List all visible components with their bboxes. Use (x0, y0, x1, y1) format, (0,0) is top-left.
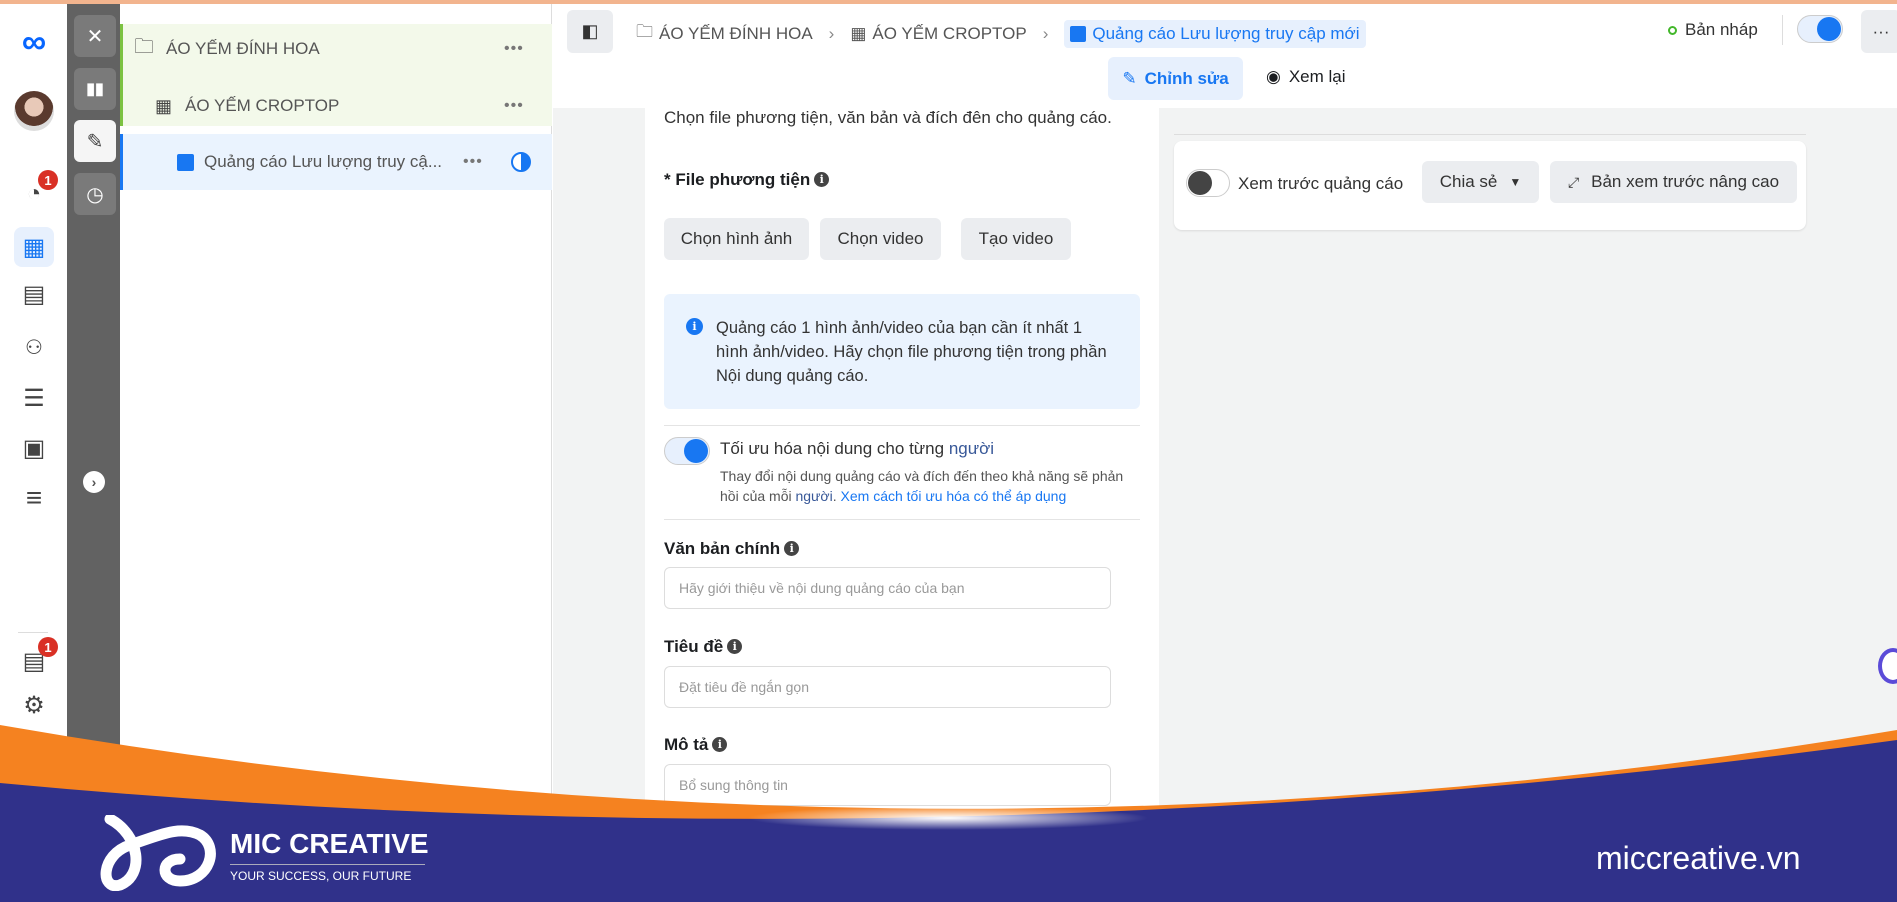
grid-icon: ▦ (850, 23, 867, 43)
breadcrumb: 🗀 ÁO YẾM ĐÍNH HOA › ▦ ÁO YẾM CROPTOP › Q… (636, 19, 1366, 48)
chart-icon[interactable]: ▮▮ (74, 68, 116, 110)
eye-icon: ◉ (1266, 67, 1281, 86)
breadcrumb-current[interactable]: Quảng cáo Lưu lượng truy cập mới (1064, 19, 1366, 48)
divider (664, 519, 1140, 520)
choose-video-button[interactable]: Chọn video (820, 218, 941, 260)
notice-box: i Quảng cáo 1 hình ảnh/video của bạn cần… (664, 294, 1140, 409)
website-text: miccreative.vn (1596, 840, 1801, 876)
notice-text: Quảng cáo 1 hình ảnh/video của bạn cần í… (716, 319, 1107, 385)
primary-text-input[interactable] (664, 567, 1111, 609)
pencil-icon: ✎ (1122, 68, 1137, 88)
divider (664, 425, 1140, 426)
status-badge: Bản nháp (1668, 20, 1758, 40)
divider (18, 632, 48, 633)
more-options-icon[interactable]: ••• (504, 97, 524, 115)
billing-icon[interactable]: ☰ (14, 378, 54, 418)
expand-chevron-icon[interactable]: › (83, 471, 105, 493)
divider (1782, 15, 1783, 45)
light-flare (748, 806, 1148, 830)
tree-item-label: Quảng cáo Lưu lượng truy cậ... (204, 152, 443, 171)
advanced-label: Bản xem trước nâng cao (1591, 172, 1780, 191)
share-dropdown[interactable]: Chia sẻ ▼ (1422, 161, 1539, 203)
clock-icon[interactable]: ◷ (74, 173, 116, 215)
menu-icon[interactable]: ≡ (14, 478, 54, 518)
brand-name: MIC CREATIVE (230, 828, 429, 859)
tree-item-ad[interactable]: Quảng cáo Lưu lượng truy cậ... ••• (120, 134, 552, 190)
create-video-button[interactable]: Tạo video (961, 218, 1071, 260)
breadcrumb-item[interactable]: ÁO YẾM CROPTOP (872, 24, 1026, 44)
people-link[interactable]: người (795, 488, 832, 504)
primary-text-label: Văn bản chính i (664, 539, 800, 559)
ad-on-off-toggle[interactable] (1797, 15, 1843, 43)
label-text: * File phương tiện (664, 170, 811, 189)
info-icon: i (686, 318, 703, 335)
optimize-description: Thay đổi nội dung quảng cáo và đích đến … (720, 468, 1124, 504)
optimize-toggle[interactable] (664, 437, 710, 465)
tree-item-campaign[interactable]: 🗀 ÁO YẾM ĐÍNH HOA ••• (120, 24, 552, 74)
expand-icon: ⤢ (1567, 173, 1580, 190)
learn-optimizations-link[interactable]: Xem cách tối ưu hóa có thể áp dụng (841, 488, 1067, 504)
tab-edit[interactable]: ✎ Chỉnh sửa (1108, 57, 1243, 100)
edit-pencil-icon[interactable]: ✎ (74, 120, 116, 162)
share-label: Chia sẻ (1439, 172, 1498, 191)
grid-icon: ▦ (155, 95, 173, 116)
campaigns-table-icon[interactable]: ▦ (14, 227, 54, 267)
ad-icon (177, 153, 194, 171)
divider (230, 864, 425, 865)
dashboard-icon[interactable]: ◔ 1 (14, 170, 58, 214)
folder-icon: 🗀 (636, 22, 653, 41)
tab-label: Xem lại (1288, 67, 1346, 86)
close-button[interactable]: ✕ (74, 15, 116, 57)
tree-item-label: ÁO YẾM CROPTOP (185, 96, 340, 115)
delivery-status-icon (511, 152, 531, 172)
divider (1174, 134, 1806, 135)
tab-review[interactable]: ◉ Xem lại (1266, 67, 1346, 87)
meta-logo-icon[interactable]: ∞ (14, 22, 54, 62)
headline-label: Tiêu đề i (664, 637, 743, 657)
audiences-icon[interactable]: ⚇ (14, 327, 54, 367)
advanced-preview-button[interactable]: ⤢ Bản xem trước nâng cao (1550, 161, 1797, 203)
chevron-right-icon: › (1042, 23, 1049, 43)
status-dot-icon (1668, 25, 1677, 35)
label-text: Văn bản chính (664, 539, 781, 558)
notification-badge: 1 (38, 637, 58, 657)
headline-input[interactable] (664, 666, 1111, 708)
status-text: Bản nháp (1685, 20, 1758, 39)
pages-icon[interactable]: ▤ (14, 274, 54, 314)
media-library-icon[interactable]: ▣ (14, 428, 54, 468)
brand-tagline: YOUR SUCCESS, OUR FUTURE (230, 869, 412, 883)
optimize-title: Tối ưu hóa nội dung cho từng người (720, 439, 994, 459)
mic-creative-logo (100, 815, 216, 891)
people-link[interactable]: người (949, 439, 994, 458)
folder-icon: 🗀 (134, 36, 154, 58)
tree-item-adset[interactable]: ▦ ÁO YẾM CROPTOP ••• (120, 84, 552, 128)
breadcrumb-item: Quảng cáo Lưu lượng truy cập mới (1092, 23, 1360, 43)
title-text: Tối ưu hóa nội dung cho từng (720, 439, 949, 458)
tab-label: Chỉnh sửa (1144, 68, 1229, 88)
caret-down-icon: ▼ (1509, 175, 1522, 189)
section-description: Chọn file phương tiện, văn bản và đích đ… (664, 108, 1112, 127)
info-icon[interactable]: i (727, 639, 743, 654)
tree-item-label: ÁO YẾM ĐÍNH HOA (166, 39, 320, 58)
preview-toggle[interactable] (1186, 169, 1230, 197)
notification-badge: 1 (38, 170, 58, 190)
settings-icon[interactable]: ⚙ (14, 685, 54, 725)
notifications-icon[interactable]: ▤ 1 (14, 637, 58, 681)
chevron-right-icon: › (828, 23, 835, 43)
preview-toggle-label: Xem trước quảng cáo (1238, 174, 1404, 193)
more-options-icon[interactable]: ••• (504, 40, 524, 58)
ad-icon (1070, 25, 1087, 42)
choose-image-button[interactable]: Chọn hình ảnh (664, 218, 809, 260)
breadcrumb-item[interactable]: ÁO YẾM ĐÍNH HOA (659, 24, 813, 44)
more-options-icon[interactable]: ••• (463, 153, 483, 171)
more-button[interactable]: ··· (1861, 10, 1897, 53)
toggle-panel-icon[interactable]: ◧ (567, 10, 613, 53)
avatar[interactable] (14, 91, 54, 131)
info-icon[interactable]: i (784, 541, 800, 556)
media-label: * File phương tiện i (664, 170, 830, 190)
label-text: Tiêu đề (664, 637, 724, 656)
info-icon[interactable]: i (814, 172, 830, 187)
